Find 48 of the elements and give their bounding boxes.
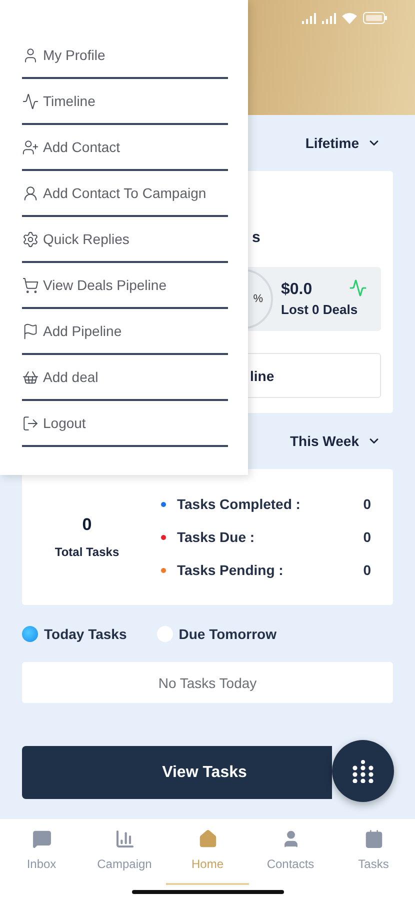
menu-item[interactable]: My Profile	[22, 33, 228, 79]
logout-icon	[22, 414, 39, 432]
menu-item[interactable]: Logout	[22, 401, 228, 447]
calendar-icon	[364, 829, 384, 849]
radio-label[interactable]: Due Tomorrow	[178, 626, 276, 642]
chat-icon	[32, 829, 52, 849]
stat-label: Tasks Pending :	[177, 562, 284, 578]
menu-item[interactable]: Add deal	[22, 355, 228, 401]
menu-item[interactable]: Add Contact	[22, 125, 228, 171]
cart-icon	[22, 276, 39, 294]
stat-value: 0	[363, 562, 371, 578]
total-count: 0	[82, 515, 92, 535]
menu-item[interactable]: View Deals Pipeline	[22, 263, 228, 309]
home-icon	[198, 829, 218, 849]
radio-label[interactable]: Today Tasks	[44, 626, 127, 642]
basket-icon	[22, 368, 39, 386]
menu-item[interactable]: Quick Replies	[22, 217, 228, 263]
empty-message: No Tasks Today	[22, 662, 393, 703]
stat-value: 0	[363, 529, 371, 545]
user-icon	[22, 184, 39, 202]
deals-caption: Lost 0 Deals	[281, 302, 358, 317]
flag-icon	[22, 322, 39, 340]
menu-item[interactable]: Add Contact To Campaign	[22, 171, 228, 217]
total-label: Total Tasks	[54, 545, 120, 559]
menu-item[interactable]: Add Pipeline	[22, 309, 228, 355]
period-dropdown[interactable]: Lifetime	[305, 135, 381, 151]
dots-grid-icon	[352, 759, 374, 783]
stat-label: Tasks Completed :	[177, 496, 302, 512]
dial-pad-button[interactable]	[332, 740, 394, 802]
signal-icon	[322, 12, 336, 24]
user-icon	[22, 46, 39, 64]
amount-text: $0.0	[281, 281, 314, 299]
radio-button[interactable]	[156, 626, 173, 642]
period-dropdown[interactable]: This Week	[290, 433, 381, 449]
view-tasks-button[interactable]: View Tasks	[22, 746, 332, 799]
menu-item[interactable]: Timeline	[22, 79, 228, 125]
wifi-icon	[342, 12, 357, 24]
stat-label: Tasks Due :	[177, 529, 256, 545]
radio-button[interactable]	[22, 626, 38, 642]
signal-icon	[302, 12, 316, 24]
add-user-icon	[22, 138, 39, 156]
stat-value: 0	[363, 496, 371, 512]
pulse-icon	[349, 279, 367, 297]
pulse-icon	[22, 92, 39, 110]
card-title: s	[252, 229, 260, 248]
gear-icon	[22, 230, 39, 248]
bar-chart-icon	[114, 829, 134, 849]
battery-icon	[363, 12, 387, 24]
